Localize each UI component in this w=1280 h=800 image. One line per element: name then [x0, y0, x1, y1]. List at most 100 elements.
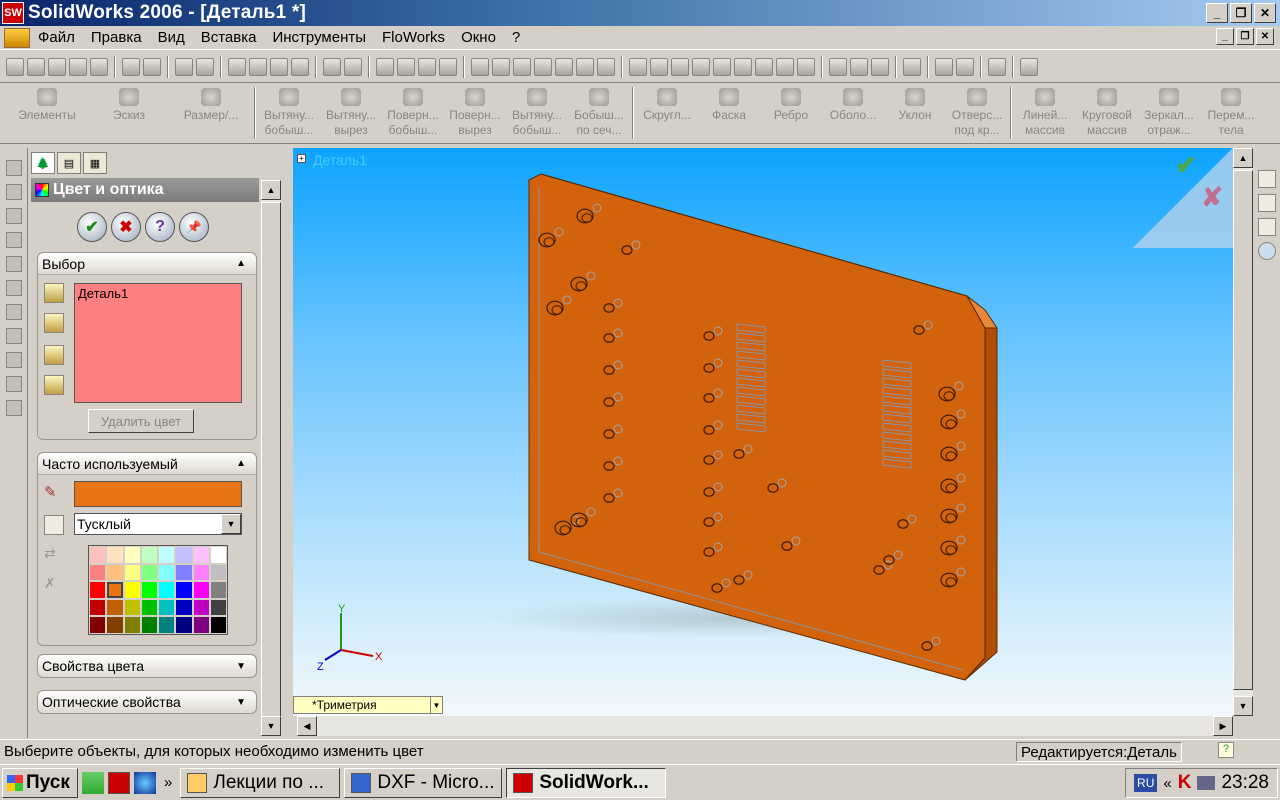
- palette-swatch[interactable]: [140, 581, 158, 599]
- palette-swatch[interactable]: [123, 581, 141, 599]
- spring-icon[interactable]: [988, 57, 1006, 76]
- cut-tool-icon[interactable]: [5, 256, 22, 272]
- feature-manager-tab[interactable]: 🌲: [31, 152, 55, 174]
- rib-button[interactable]: Ребро: [760, 84, 822, 140]
- sketch-line-icon[interactable]: [5, 328, 22, 344]
- palette-swatch[interactable]: [192, 563, 210, 582]
- palette-swatch[interactable]: [158, 616, 176, 634]
- chamfer-button[interactable]: Фаска: [698, 84, 760, 140]
- cut-icon[interactable]: [122, 57, 140, 76]
- rotate-icon[interactable]: [513, 57, 531, 76]
- palette-swatch[interactable]: [209, 581, 227, 599]
- palette-swatch[interactable]: [158, 563, 176, 582]
- loft-tool-icon[interactable]: [5, 232, 22, 248]
- doc-minimize-button[interactable]: _: [1216, 28, 1234, 45]
- redo-icon[interactable]: [196, 57, 214, 76]
- task-lectures[interactable]: Лекции по ...: [180, 767, 341, 798]
- more-chevron-icon[interactable]: »: [164, 774, 172, 791]
- cut-revolve-tool-icon[interactable]: [5, 280, 22, 296]
- palette-swatch[interactable]: [209, 546, 227, 564]
- extruded-cut-button[interactable]: Вытяну... вырез: [320, 84, 382, 140]
- cancel-button[interactable]: ✖: [111, 212, 141, 242]
- section-view-icon[interactable]: [492, 57, 510, 76]
- configuration-manager-tab[interactable]: ▦: [83, 152, 107, 174]
- maximize-button[interactable]: ❐: [1230, 3, 1252, 23]
- color-palette[interactable]: [88, 545, 228, 635]
- palette-swatch[interactable]: [106, 598, 124, 617]
- note-icon[interactable]: [935, 57, 953, 76]
- dimension-group-button[interactable]: Размер/...: [170, 84, 252, 140]
- edit-color-icon[interactable]: [597, 57, 615, 76]
- sketch-icon[interactable]: [270, 57, 288, 76]
- grid-icon[interactable]: [323, 57, 341, 76]
- scroll-down-arrow-icon[interactable]: ▼: [1233, 696, 1253, 716]
- close-button[interactable]: ✕: [1254, 3, 1276, 23]
- hole-wizard-button[interactable]: Отверс... под кр...: [946, 84, 1008, 140]
- palette-swatch[interactable]: [192, 598, 210, 617]
- explode-icon[interactable]: [871, 57, 889, 76]
- zoom-icon[interactable]: [555, 57, 573, 76]
- shell-tool-icon[interactable]: [5, 304, 22, 320]
- scroll-left-arrow-icon[interactable]: ◀: [297, 716, 317, 736]
- property-manager-tab[interactable]: ▤: [57, 152, 81, 174]
- current-color-swatch[interactable]: [74, 481, 242, 507]
- revolved-boss-button[interactable]: Поверн... бобыш...: [382, 84, 444, 140]
- palette-swatch[interactable]: [158, 598, 176, 617]
- network-icon[interactable]: [1197, 776, 1216, 790]
- chevron-down-icon[interactable]: ▼: [221, 514, 241, 534]
- palette-swatch[interactable]: [209, 563, 227, 582]
- palette-swatch[interactable]: [106, 616, 124, 634]
- menu-help[interactable]: ?: [504, 29, 528, 46]
- save-icon[interactable]: [48, 57, 66, 76]
- home-icon[interactable]: [1258, 170, 1276, 188]
- help-button[interactable]: ?: [145, 212, 175, 242]
- pin-button[interactable]: 📌: [179, 212, 209, 242]
- draft-button[interactable]: Уклон: [884, 84, 946, 140]
- palette-swatch[interactable]: [89, 563, 107, 582]
- remove-swatch-icon[interactable]: ✗: [44, 575, 64, 595]
- scroll-right-arrow-icon[interactable]: ▶: [1213, 716, 1233, 736]
- zoom-area-icon[interactable]: [418, 57, 436, 76]
- palette-swatch[interactable]: [123, 598, 141, 617]
- ok-button[interactable]: ✔: [77, 212, 107, 242]
- viewport-vertical-scrollbar[interactable]: ▲ ▼: [1233, 148, 1253, 716]
- smart-dimension-icon[interactable]: [5, 352, 22, 368]
- design-library-icon[interactable]: [1258, 194, 1276, 212]
- palette-swatch[interactable]: [192, 581, 210, 599]
- menu-file[interactable]: Файл: [30, 29, 83, 46]
- panel-scrollbar[interactable]: ▲ ▼: [261, 180, 281, 736]
- menu-floworks[interactable]: FloWorks: [374, 29, 453, 46]
- relations-icon[interactable]: [5, 376, 22, 392]
- zoom-in-out-icon[interactable]: [576, 57, 594, 76]
- palette-swatch[interactable]: [123, 546, 141, 564]
- optical-properties-header[interactable]: Оптические свойства ▼: [38, 691, 256, 713]
- palette-swatch[interactable]: [89, 616, 107, 634]
- palette-swatch[interactable]: [106, 563, 124, 582]
- task-solidworks[interactable]: SolidWork...: [506, 767, 667, 798]
- help-icon[interactable]: ?: [1218, 742, 1234, 758]
- collapse-pane-icon[interactable]: [1258, 242, 1276, 260]
- coordinate-system-icon[interactable]: [692, 57, 710, 76]
- tray-expand-icon[interactable]: «: [1163, 775, 1171, 792]
- palette-swatch[interactable]: [192, 546, 210, 564]
- extrude-tool-icon[interactable]: [5, 160, 22, 176]
- solidworks-icon[interactable]: SW: [2, 2, 24, 24]
- palette-swatch[interactable]: [140, 546, 158, 564]
- swept-boss-button[interactable]: Вытяну... бобыш...: [506, 84, 568, 140]
- sweep-tool-icon[interactable]: [5, 208, 22, 224]
- palette-swatch[interactable]: [175, 581, 193, 599]
- view-orientation-icon[interactable]: [376, 57, 394, 76]
- print-preview-icon[interactable]: [90, 57, 108, 76]
- palette-swatch[interactable]: [140, 616, 158, 634]
- palette-swatch[interactable]: [89, 546, 107, 564]
- selection-list[interactable]: Деталь1: [74, 283, 242, 403]
- solidworks-quicklaunch-icon[interactable]: [108, 771, 130, 794]
- helix-icon[interactable]: [734, 57, 752, 76]
- palette-swatch[interactable]: [209, 616, 227, 634]
- scroll-thumb[interactable]: [261, 202, 281, 722]
- balloon-icon[interactable]: [956, 57, 974, 76]
- doc-restore-button[interactable]: ❐: [1236, 28, 1254, 45]
- scroll-up-arrow-icon[interactable]: ▲: [261, 180, 281, 200]
- task-word[interactable]: DXF - Micro...: [344, 767, 503, 798]
- color-picker-icon[interactable]: [44, 515, 64, 535]
